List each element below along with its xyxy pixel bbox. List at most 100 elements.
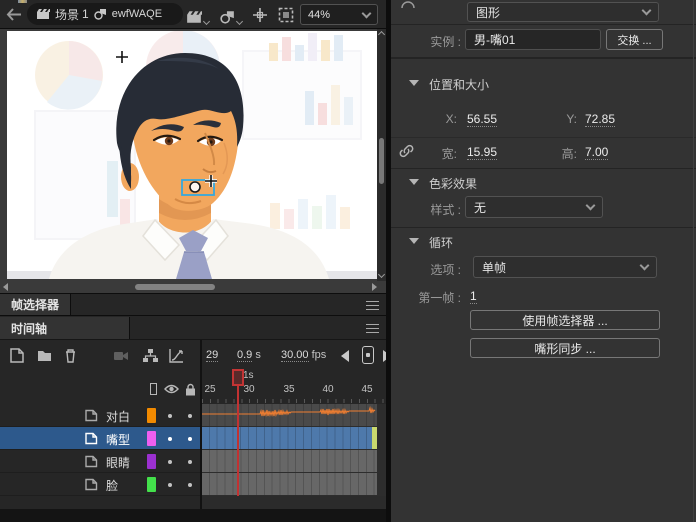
tab-frame-picker[interactable]: 帧选择器: [0, 294, 71, 315]
new-folder-icon[interactable]: [36, 347, 53, 364]
edit-scene-icon: [186, 10, 202, 24]
edit-scene-button[interactable]: [186, 6, 209, 24]
stage-canvas[interactable]: [7, 31, 377, 279]
stage-horizontal-scrollbar[interactable]: [0, 281, 386, 293]
color-style-select[interactable]: 无: [465, 196, 603, 218]
layer-row-mouth[interactable]: 嘴型: [0, 427, 200, 450]
outline-column-icon[interactable]: [150, 383, 157, 395]
toolbar-clipped-icon: [18, 0, 27, 3]
collapse-triangle-icon[interactable]: [409, 238, 419, 244]
stage-vertical-scrollbar[interactable]: [377, 29, 386, 281]
height-value[interactable]: 7.00: [585, 145, 608, 160]
scroll-down-icon[interactable]: [378, 271, 385, 278]
swap-symbol-button[interactable]: 交换 ...: [606, 29, 663, 50]
ruler-tick-45: 45: [357, 384, 377, 395]
clip-content-icon[interactable]: [278, 7, 294, 23]
scroll-up-icon[interactable]: [378, 31, 385, 38]
playhead-marker[interactable]: [232, 369, 244, 386]
camera-icon[interactable]: [112, 347, 129, 364]
layer-outline-color-swatch[interactable]: [147, 454, 156, 469]
layer-row-eyes[interactable]: 眼睛: [0, 450, 200, 473]
color-effect-section-title[interactable]: 色彩效果: [429, 175, 477, 192]
horizontal-scroll-thumb[interactable]: [135, 284, 215, 290]
back-arrow-icon[interactable]: [6, 8, 22, 21]
scene-clapper-icon: [36, 8, 50, 20]
end-keyframe[interactable]: [372, 427, 377, 449]
vertical-scroll-thumb[interactable]: [379, 138, 384, 184]
current-frame-button[interactable]: [362, 346, 374, 364]
new-layer-icon[interactable]: [8, 347, 25, 364]
current-frame-indicator[interactable]: 29: [206, 349, 218, 361]
layer-outline-color-swatch[interactable]: [147, 477, 156, 492]
layer-visibility-dot[interactable]: [168, 414, 172, 418]
delete-layer-icon[interactable]: [62, 347, 79, 364]
scroll-left-icon[interactable]: [3, 283, 8, 291]
style-label: 样式 :: [391, 201, 461, 218]
symbol-type-select[interactable]: 图形: [467, 2, 659, 22]
graph-editor-icon[interactable]: [168, 347, 185, 364]
edit-symbols-button[interactable]: [220, 6, 242, 24]
position-size-section-title[interactable]: 位置和大小: [429, 76, 489, 93]
instance-name-input[interactable]: 男-嘴01: [465, 29, 601, 50]
x-value[interactable]: 56.55: [467, 112, 497, 127]
lip-sync-button[interactable]: 嘴形同步 ...: [470, 338, 660, 358]
audio-frame-span[interactable]: [202, 404, 377, 426]
elapsed-time-indicator[interactable]: 0.9 s: [237, 349, 261, 361]
timeline-bottom-strip: [0, 509, 386, 522]
stage-zoom-select[interactable]: 44%: [300, 4, 378, 25]
layer-row-dialogue[interactable]: 对白: [0, 404, 200, 427]
frame-span[interactable]: [202, 473, 377, 495]
frame-picker-tab-label: 帧选择器: [11, 296, 59, 313]
use-frame-picker-button[interactable]: 使用帧选择器 ...: [470, 310, 660, 330]
layer-outline-color-swatch[interactable]: [147, 431, 156, 446]
layer-visibility-dot[interactable]: [168, 460, 172, 464]
width-value[interactable]: 15.95: [467, 145, 497, 160]
layer-outline-color-swatch[interactable]: [147, 408, 156, 423]
step-back-button[interactable]: [341, 350, 349, 362]
panel-scrollbar-track[interactable]: [693, 0, 694, 522]
tab-timeline[interactable]: 时间轴: [0, 317, 130, 339]
frames-track-face[interactable]: [202, 473, 386, 496]
symbol-icon: [94, 8, 107, 20]
edited-symbol-name[interactable]: ewfWAQE: [112, 8, 162, 20]
timeline-column-divider[interactable]: [200, 340, 202, 509]
layer-lock-dot[interactable]: [188, 460, 192, 464]
layer-visibility-dot[interactable]: [168, 483, 172, 487]
timeline-empty-area: [202, 496, 386, 509]
visibility-column-eye-icon[interactable]: [164, 383, 179, 395]
scroll-right-icon[interactable]: [372, 283, 377, 291]
collapse-triangle-icon[interactable]: [409, 179, 419, 185]
chevron-down-icon: [640, 261, 650, 271]
chevron-down-icon: [586, 201, 596, 211]
link-dimensions-icon[interactable]: [399, 144, 414, 158]
frames-track-eyes[interactable]: [202, 450, 386, 473]
lock-column-icon[interactable]: [185, 383, 196, 396]
scene-label[interactable]: 场景: [55, 6, 79, 23]
playhead-line[interactable]: [237, 386, 239, 496]
timeline-menu-icon[interactable]: [366, 324, 379, 333]
panel-menu-icon[interactable]: [366, 301, 379, 310]
timeline-tab-label: 时间轴: [11, 320, 47, 337]
layer-lock-dot[interactable]: [188, 414, 192, 418]
frame-span[interactable]: [202, 450, 377, 472]
frames-track-mouth[interactable]: [202, 427, 386, 450]
collapse-triangle-icon[interactable]: [409, 80, 419, 86]
loop-options-select[interactable]: 单帧: [473, 256, 657, 278]
frame-rate-indicator[interactable]: 30.00 fps: [281, 349, 326, 361]
first-frame-value[interactable]: 1: [470, 289, 477, 304]
tween-span[interactable]: [202, 427, 372, 449]
layer-parenting-icon[interactable]: [142, 347, 159, 364]
loop-section-title[interactable]: 循环: [429, 234, 453, 251]
layer-name: 嘴型: [106, 431, 130, 448]
layer-name: 眼睛: [106, 454, 130, 471]
y-value[interactable]: 72.85: [585, 112, 615, 127]
scene-number[interactable]: 1: [82, 7, 89, 21]
edit-symbols-icon: [220, 10, 235, 24]
center-frame-icon[interactable]: [252, 7, 268, 23]
timeline-ruler[interactable]: 25 30 35 40 45 1s: [202, 371, 386, 404]
frames-track-dialogue[interactable]: [202, 404, 386, 427]
layer-lock-dot[interactable]: [188, 483, 192, 487]
layer-visibility-dot[interactable]: [168, 437, 172, 441]
layer-lock-dot[interactable]: [188, 437, 192, 441]
layer-row-face[interactable]: 脸: [0, 473, 200, 496]
